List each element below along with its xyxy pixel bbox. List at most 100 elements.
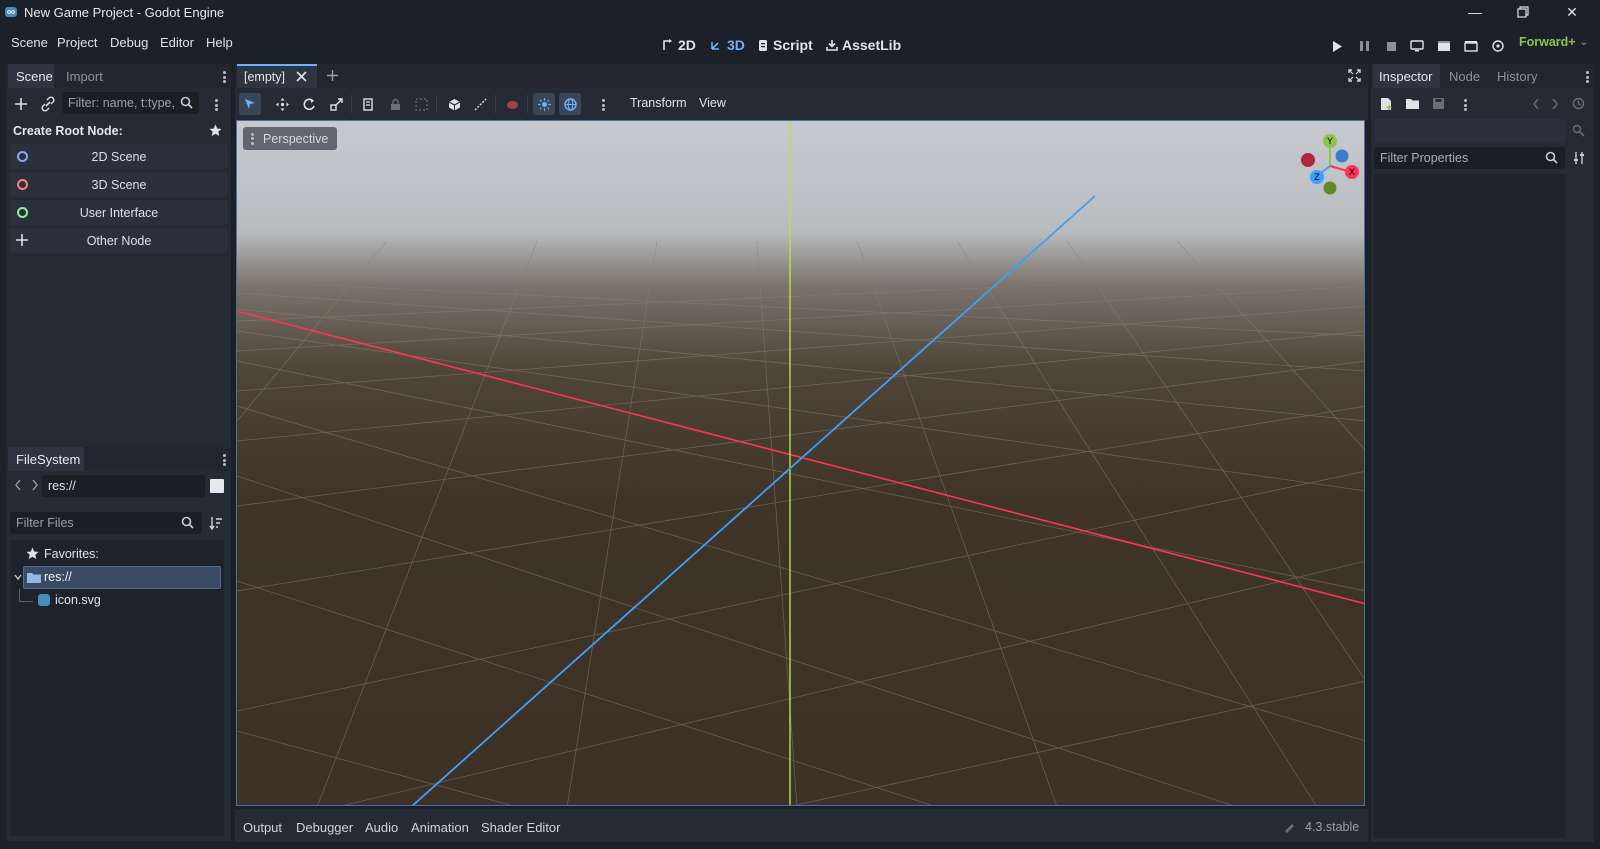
restore-button[interactable] (1500, 0, 1546, 24)
version-label[interactable]: 4.3.stable (1305, 820, 1359, 834)
lock-button[interactable] (384, 93, 406, 115)
node-info-button[interactable] (1572, 124, 1585, 137)
tree-guide-vertical (19, 589, 20, 601)
workspace-assetlib-button[interactable]: AssetLib (826, 34, 901, 56)
stop-button[interactable] (1381, 36, 1401, 56)
toggle-split-mode-button[interactable] (210, 479, 224, 493)
view-gizmo[interactable]: Y X Z (1295, 129, 1364, 199)
close-icon: ✕ (1566, 3, 1578, 20)
path-input[interactable]: res:// (42, 475, 205, 497)
root-node-3d-scene-button[interactable]: 3D Scene (10, 172, 228, 197)
renderer-selector[interactable]: Forward+ ⌄ (1519, 35, 1588, 49)
tab-scene[interactable]: Scene (8, 64, 54, 88)
menu-editor[interactable]: Editor (160, 35, 194, 50)
workspace-3d-button[interactable]: 3D (710, 34, 745, 56)
history-forward-button[interactable] (1551, 98, 1559, 110)
back-button[interactable] (14, 479, 22, 491)
root-node-ui-button[interactable]: User Interface (10, 200, 228, 225)
minimize-button[interactable]: — (1452, 0, 1498, 24)
pause-button[interactable] (1354, 36, 1374, 56)
tab-import[interactable]: Import (66, 69, 103, 84)
group-icon (414, 97, 428, 111)
rotate-tool-button[interactable] (298, 93, 320, 115)
favorites-star-button[interactable] (209, 124, 222, 137)
tab-inspector[interactable]: Inspector (1373, 64, 1440, 88)
snap-to-floor-button[interactable] (443, 93, 465, 115)
root-node-2d-scene-button[interactable]: 2D Scene (10, 144, 228, 169)
scale-tool-button[interactable] (325, 93, 347, 115)
file-item-icon-svg[interactable]: icon.svg (55, 593, 101, 607)
toggle-environment-button[interactable] (559, 93, 581, 115)
view-menu[interactable]: View (699, 96, 726, 110)
object-selector[interactable] (1374, 119, 1565, 143)
3d-viewport[interactable]: Perspective Y X Z (236, 120, 1365, 806)
gizmo-y[interactable]: Y (1323, 134, 1337, 148)
bottom-tab-debugger[interactable]: Debugger (296, 820, 353, 835)
perspective-menu-button[interactable]: Perspective (243, 127, 338, 150)
history-back-button[interactable] (1532, 98, 1540, 110)
workspace-2d-label: 2D (678, 37, 696, 53)
transform-menu[interactable]: Transform (630, 96, 687, 110)
gizmo-x[interactable]: X (1345, 165, 1359, 179)
close-button[interactable]: ✕ (1549, 0, 1595, 24)
close-tab-icon[interactable] (296, 71, 307, 82)
save-resource-button[interactable] (1432, 97, 1445, 110)
environment-menu-icon[interactable] (600, 97, 606, 113)
run-custom-scene-button[interactable] (1461, 36, 1481, 56)
forward-button[interactable] (31, 479, 39, 491)
collapse-arrow-icon[interactable] (14, 573, 22, 581)
toggle-sun-button[interactable] (533, 93, 555, 115)
instance-scene-button[interactable] (40, 96, 58, 114)
bottom-tab-shader-editor[interactable]: Shader Editor (481, 820, 561, 835)
file-filter-input[interactable]: Filter Files (10, 512, 202, 534)
bottom-tab-animation[interactable]: Animation (411, 820, 469, 835)
filesystem-menu-icon[interactable] (221, 452, 227, 468)
add-scene-tab-button[interactable] (326, 69, 339, 82)
movie-maker-button[interactable] (1488, 36, 1508, 56)
assetlib-icon (826, 39, 838, 51)
load-resource-button[interactable] (1406, 97, 1420, 110)
tab-history[interactable]: History (1497, 69, 1537, 84)
workspace-2d-button[interactable]: 2D (662, 34, 696, 56)
add-node-button[interactable] (13, 96, 31, 114)
play-button[interactable] (1327, 36, 1347, 56)
move-tool-button[interactable] (271, 93, 293, 115)
remote-debug-button[interactable] (1407, 36, 1427, 56)
expand-icon (1348, 69, 1361, 82)
run-current-scene-button[interactable] (1434, 36, 1454, 56)
scene-filter-menu-icon[interactable] (213, 97, 219, 113)
particles-button[interactable] (501, 93, 523, 115)
menu-scene[interactable]: Scene (11, 35, 48, 50)
scene-tab-empty[interactable]: [empty] (237, 64, 317, 88)
menu-debug[interactable]: Debug (110, 35, 148, 50)
bottom-tab-audio[interactable]: Audio (365, 820, 398, 835)
gizmo-z[interactable]: Z (1310, 170, 1324, 184)
menu-project[interactable]: Project (57, 35, 97, 50)
ruler-button[interactable] (469, 93, 491, 115)
lock-icon (390, 98, 401, 111)
inspector-dock-menu-icon[interactable] (1584, 69, 1590, 85)
property-tools-button[interactable] (1573, 151, 1586, 165)
group-button[interactable] (410, 93, 432, 115)
select-tool-button[interactable] (239, 93, 261, 115)
scene-filter-input[interactable]: Filter: name, t:type, (62, 92, 199, 114)
menu-help[interactable]: Help (206, 35, 233, 50)
distraction-free-button[interactable] (1348, 69, 1361, 82)
sort-files-button[interactable] (209, 516, 223, 530)
filter-properties-input[interactable]: Filter Properties (1374, 147, 1565, 169)
search-icon (180, 96, 193, 109)
filter-properties-placeholder: Filter Properties (1380, 151, 1469, 165)
root-node-2d-label: 2D Scene (91, 149, 147, 164)
workspace-script-button[interactable]: Script (758, 34, 813, 56)
new-resource-button[interactable] (1380, 97, 1393, 111)
tab-node[interactable]: Node (1449, 69, 1480, 84)
resource-menu-icon[interactable] (1462, 97, 1468, 113)
root-node-other-button[interactable]: Other Node (10, 228, 228, 253)
list-select-button[interactable] (358, 93, 380, 115)
bottom-tab-output[interactable]: Output (243, 820, 282, 835)
favorites-label[interactable]: Favorites: (44, 547, 99, 561)
object-history-button[interactable] (1572, 97, 1585, 110)
scene-dock-menu-icon[interactable] (221, 69, 227, 85)
tab-filesystem[interactable]: FileSystem (8, 447, 84, 471)
save-icon (1432, 97, 1445, 110)
